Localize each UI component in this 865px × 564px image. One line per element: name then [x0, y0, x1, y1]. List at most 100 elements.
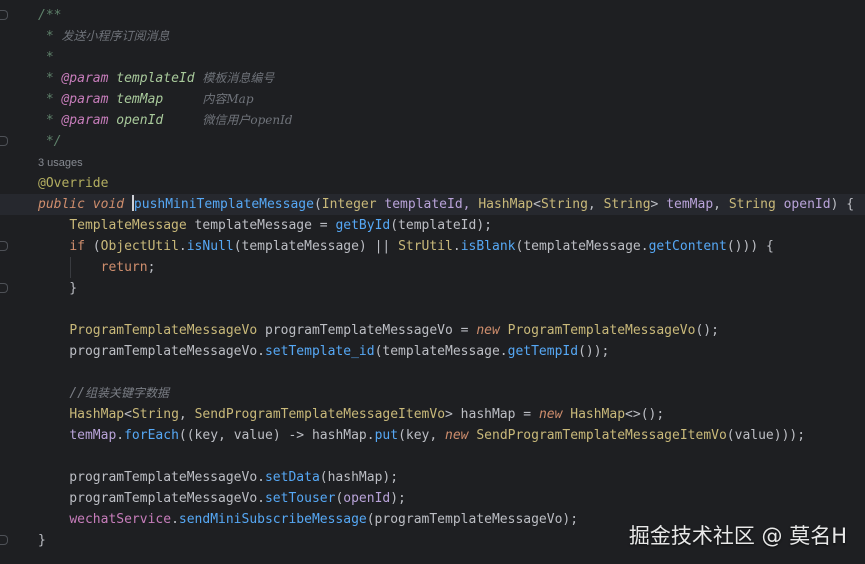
code-token: * — [38, 92, 62, 107]
code-token: 微信用户openId — [202, 113, 293, 127]
code-token: ); — [390, 491, 406, 506]
code-token: programTemplateMessageVo. — [38, 470, 265, 485]
code-token: SendProgramTemplateMessageItemVo — [194, 407, 446, 422]
code-token: (); — [695, 323, 719, 338]
code-line[interactable]: * 发送小程序订阅消息 — [0, 26, 865, 47]
code-line[interactable] — [0, 446, 865, 467]
code-line[interactable]: TemplateMessage templateMessage = getByI… — [0, 215, 865, 236]
code-token: getTempId — [507, 344, 579, 359]
code-token: HashMap — [478, 197, 534, 212]
code-token: 内容Map — [202, 92, 254, 106]
code-token: ())) { — [726, 239, 774, 254]
code-line[interactable] — [0, 362, 865, 383]
code-token: . — [171, 512, 179, 527]
code-token: 组装关键字数据 — [84, 386, 169, 400]
code-line[interactable]: } — [0, 278, 865, 299]
code-token: @param — [61, 92, 109, 107]
code-line[interactable]: ProgramTemplateMessageVo programTemplate… — [0, 320, 865, 341]
code-token: /** — [38, 8, 62, 23]
code-token: openId — [775, 197, 831, 212]
code-token: setTouser — [264, 491, 336, 506]
code-line[interactable]: /** — [0, 5, 865, 26]
code-token: String — [728, 197, 776, 212]
code-token: HashMap — [570, 407, 626, 422]
code-token: (key, — [398, 428, 446, 443]
code-token: (templateMessage. — [374, 344, 508, 359]
code-line[interactable]: * @param templateId 模板消息编号 — [0, 68, 865, 89]
code-token: new — [445, 428, 469, 443]
code-token: openId — [116, 113, 164, 128]
code-token: , — [178, 407, 195, 422]
code-token: getContent — [648, 239, 727, 254]
code-token: StrUtil — [398, 239, 453, 254]
code-token: ProgramTemplateMessageVo — [69, 323, 258, 338]
code-line[interactable] — [0, 299, 865, 320]
code-line[interactable]: programTemplateMessageVo.setTemplate_id(… — [0, 341, 865, 362]
code-token: SendProgramTemplateMessageItemVo — [476, 428, 727, 443]
code-token: < — [533, 197, 541, 212]
code-token: (templateId); — [390, 218, 492, 233]
code-line[interactable]: programTemplateMessageVo.setTouser(openI… — [0, 488, 865, 509]
code-line[interactable]: 3 usages — [0, 152, 865, 173]
code-token: getById — [335, 218, 391, 233]
code-token: pushMiniTemplateMessage — [133, 197, 314, 212]
code-token: > — [650, 197, 667, 212]
code-token: programTemplateMessageVo. — [38, 344, 265, 359]
code-token: String — [603, 197, 651, 212]
code-token: 发送小程序订阅消息 — [61, 29, 170, 43]
code-token: < — [124, 407, 132, 422]
code-line[interactable]: if (ObjectUtil.isNull(templateMessage) |… — [0, 236, 865, 257]
code-token: TemplateMessage — [69, 218, 187, 233]
code-line[interactable]: temMap.forEach((key, value) -> hashMap.p… — [0, 425, 865, 446]
code-editor[interactable]: /** * 发送小程序订阅消息 * * @param templateId 模板… — [0, 0, 865, 564]
code-token: @Override — [38, 176, 109, 191]
code-line[interactable]: return; — [0, 257, 865, 278]
code-line[interactable]: * — [0, 47, 865, 68]
code-area[interactable]: /** * 发送小程序订阅消息 * * @param templateId 模板… — [0, 5, 865, 551]
code-token: setData — [264, 470, 320, 485]
code-token: isBlank — [460, 239, 516, 254]
code-token: // — [69, 386, 85, 401]
code-token: openId — [343, 491, 391, 506]
code-token: @param — [61, 113, 109, 128]
code-token: ObjectUtil — [100, 239, 179, 254]
indent-guide — [70, 257, 71, 278]
code-token: if — [69, 239, 85, 254]
code-token: sendMiniSubscribeMessage — [178, 512, 367, 527]
code-token: isNull — [186, 239, 234, 254]
code-line[interactable]: programTemplateMessageVo.setData(hashMap… — [0, 467, 865, 488]
code-line[interactable]: * @param openId 微信用户openId — [0, 110, 865, 131]
code-token: */ — [38, 134, 62, 149]
code-line[interactable]: public void pushMiniTemplateMessage(Inte… — [0, 194, 865, 215]
code-line[interactable]: */ — [0, 131, 865, 152]
code-token: return — [100, 260, 148, 275]
code-token: new — [476, 323, 500, 338]
code-token: (templateMessage. — [515, 239, 649, 254]
code-token: (value))); — [726, 428, 806, 443]
code-token: String — [131, 407, 179, 422]
code-token: ; — [147, 260, 156, 275]
code-token: forEach — [124, 428, 179, 443]
code-token: temMap — [116, 92, 164, 107]
code-token: ( — [84, 239, 101, 254]
code-token: * — [38, 50, 54, 65]
code-line[interactable]: @Override — [0, 173, 865, 194]
code-line[interactable]: HashMap <String, SendProgramTemplateMessa… — [0, 404, 865, 425]
code-line[interactable]: //组装关键字数据 — [0, 383, 865, 404]
code-token: ()); — [578, 344, 610, 359]
code-token: new — [538, 407, 563, 422]
code-token: templateId — [116, 71, 195, 86]
watermark: 掘金技术社区 @ 莫名H — [628, 524, 847, 548]
code-token: ProgramTemplateMessageVo — [507, 323, 696, 338]
code-token: > hashMap = — [445, 407, 539, 422]
code-line[interactable]: * @param temMap 内容Map — [0, 89, 865, 110]
